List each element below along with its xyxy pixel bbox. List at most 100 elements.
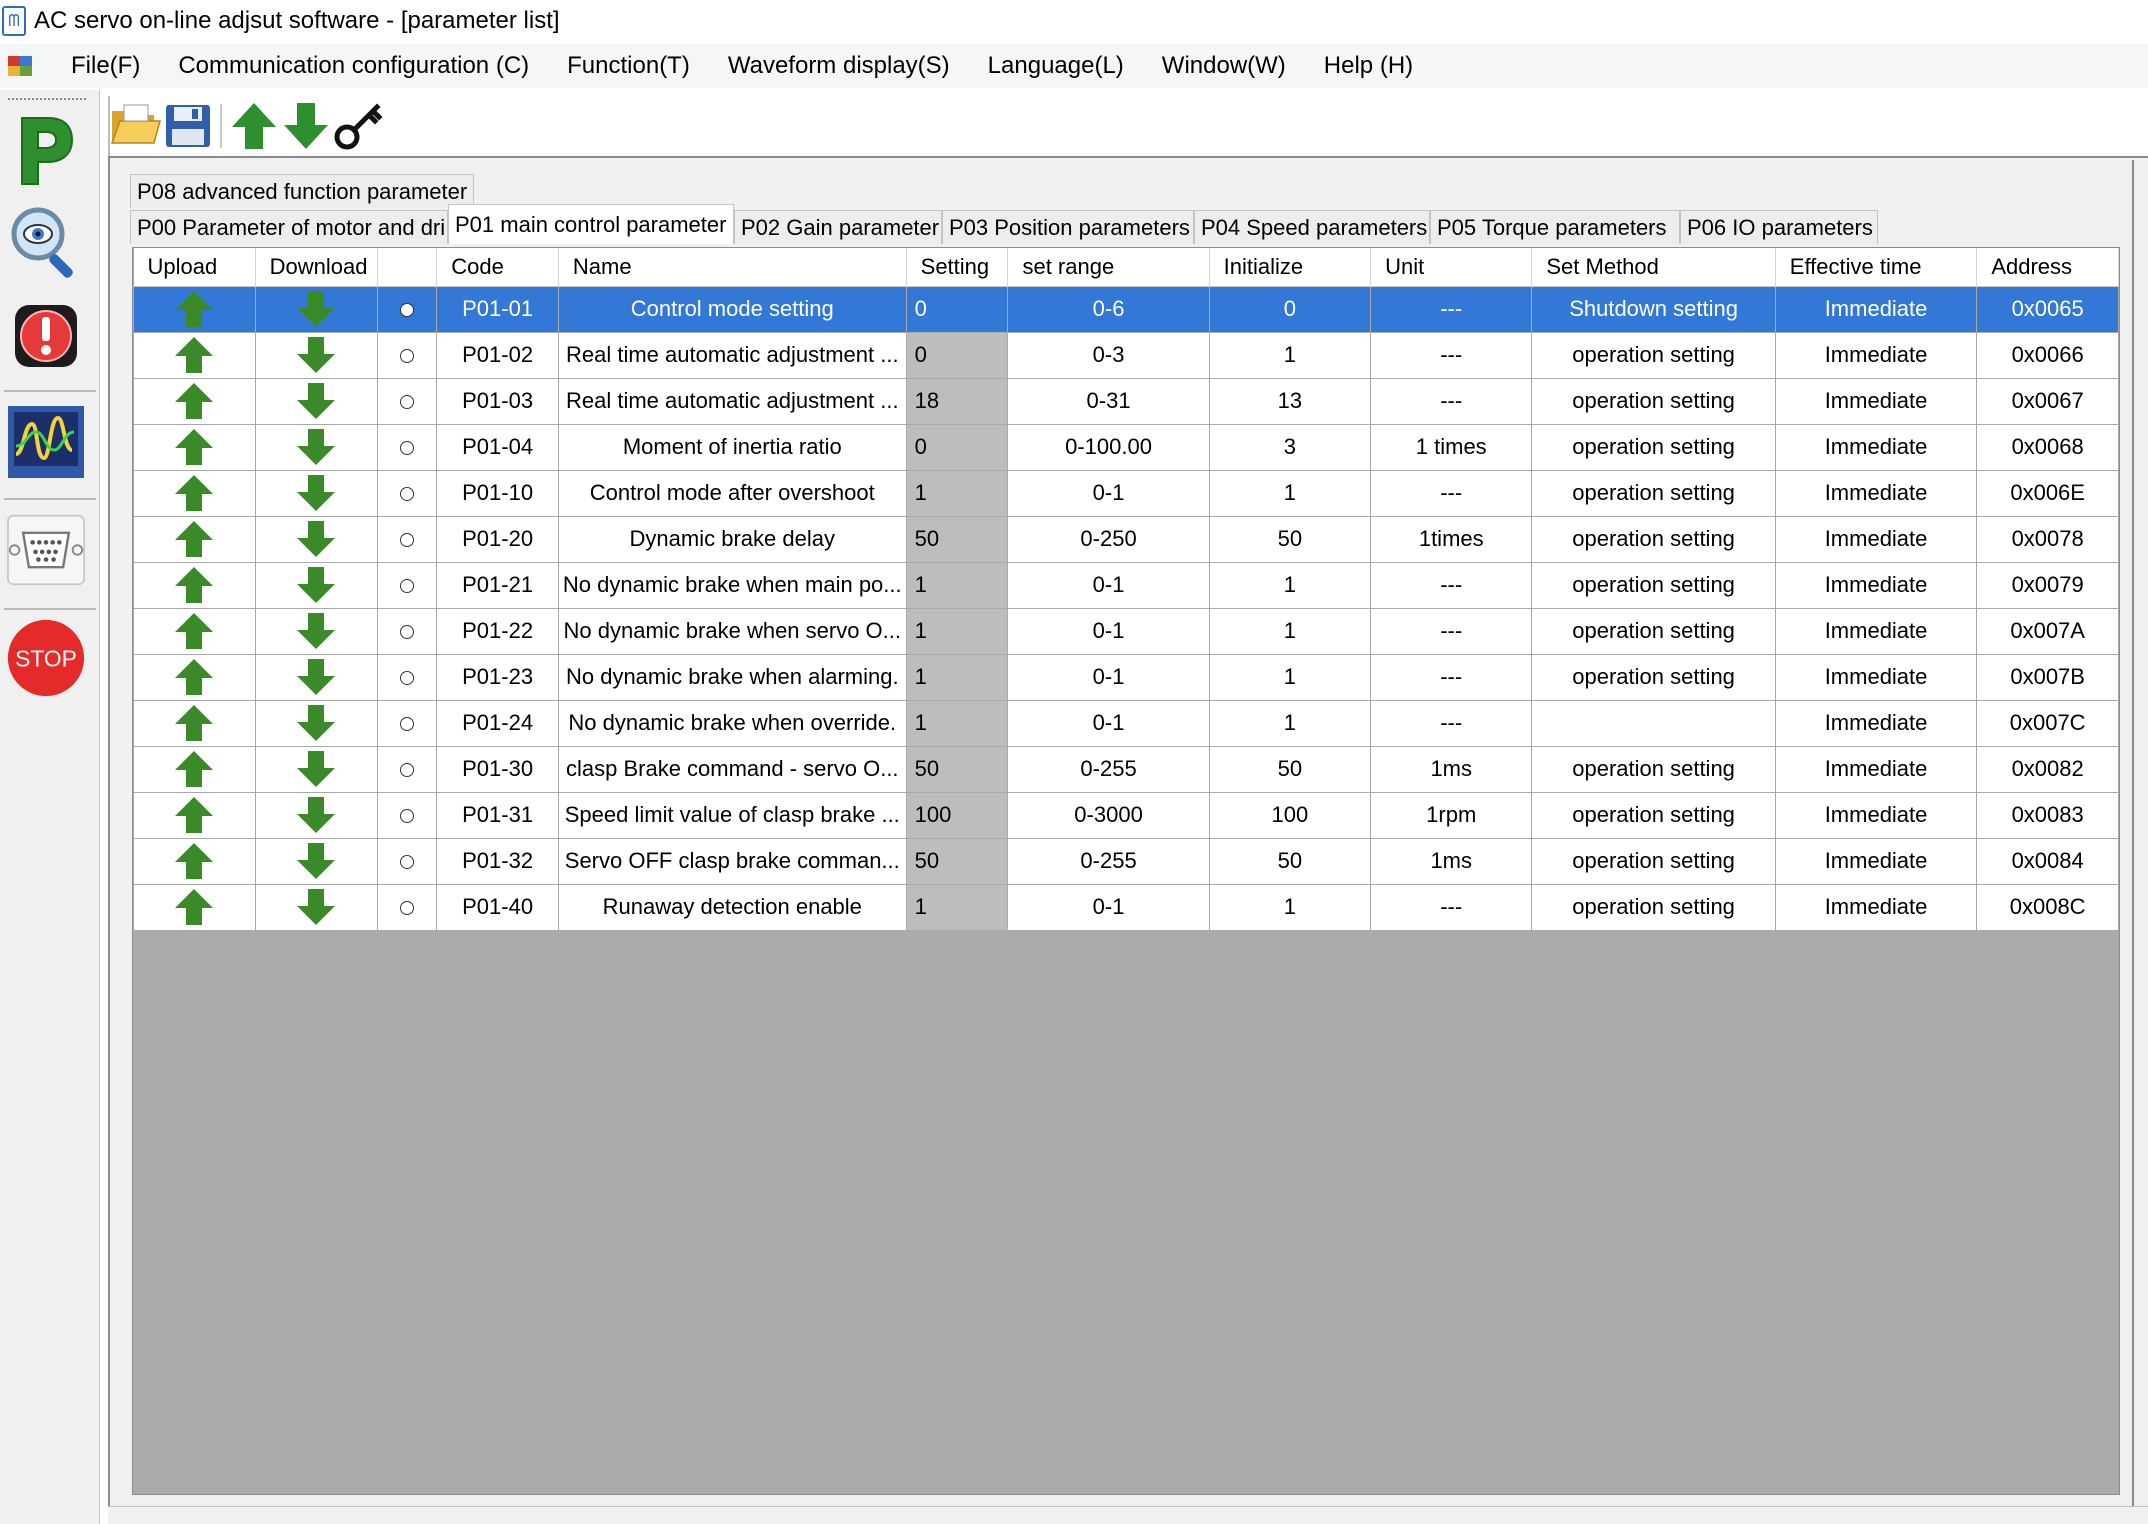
menu-function[interactable]: Function(T) bbox=[548, 52, 709, 80]
tab-p02[interactable]: P02 Gain parameter bbox=[734, 210, 942, 244]
tab-p01[interactable]: P01 main control parameter bbox=[448, 204, 734, 244]
monitor-magnifier-icon[interactable] bbox=[6, 202, 86, 282]
param-setting-cell[interactable]: 1 bbox=[905, 699, 1009, 747]
param-setting-cell[interactable]: 0 bbox=[905, 331, 1009, 379]
download-arrow-icon[interactable] bbox=[254, 607, 378, 655]
download-arrow-icon[interactable] bbox=[254, 515, 378, 563]
table-row[interactable]: P01-24 No dynamic brake when override. 1 0-… bbox=[133, 699, 2119, 747]
column-header-set-range[interactable]: set range bbox=[1007, 248, 1210, 287]
download-arrow-icon[interactable] bbox=[254, 699, 378, 747]
download-arrow-icon[interactable] bbox=[254, 561, 378, 609]
column-header-select[interactable] bbox=[377, 248, 438, 287]
upload-arrow-icon[interactable] bbox=[133, 331, 256, 379]
download-arrow-icon[interactable] bbox=[254, 285, 378, 333]
param-setting-cell[interactable]: 50 bbox=[905, 837, 1009, 885]
alarm-icon[interactable] bbox=[6, 296, 86, 376]
table-row[interactable]: P01-04 Moment of inertia ratio 0 0-100.00 3 1… bbox=[133, 423, 2119, 471]
column-header-initialize[interactable]: Initialize bbox=[1209, 248, 1372, 287]
table-row[interactable]: P01-32 Servo OFF clasp brake comman... 50 0… bbox=[133, 837, 2119, 885]
table-row[interactable]: P01-30 clasp Brake command - servo O... 50… bbox=[133, 745, 2119, 793]
save-disk-icon[interactable] bbox=[162, 98, 214, 154]
param-setting-cell[interactable]: 18 bbox=[905, 377, 1009, 425]
column-header-name[interactable]: Name bbox=[558, 248, 907, 287]
serial-port-icon[interactable] bbox=[6, 510, 86, 590]
download-arrow-icon[interactable] bbox=[254, 653, 378, 701]
tab-p06[interactable]: P06 IO parameters bbox=[1680, 210, 1878, 244]
column-header-setting[interactable]: Setting bbox=[906, 248, 1009, 287]
download-arrow-icon[interactable] bbox=[254, 791, 378, 839]
row-select-radio[interactable] bbox=[376, 745, 438, 793]
table-row[interactable]: P01-03 Real time automatic adjustment ...… bbox=[133, 377, 2119, 425]
row-select-radio[interactable] bbox=[376, 837, 438, 885]
row-select-radio[interactable] bbox=[376, 377, 438, 425]
download-arrow-icon[interactable] bbox=[254, 883, 378, 931]
row-select-radio[interactable] bbox=[376, 331, 438, 379]
row-select-radio[interactable] bbox=[376, 653, 438, 701]
upload-arrow-icon[interactable] bbox=[133, 377, 256, 425]
download-arrow-icon[interactable] bbox=[280, 98, 332, 154]
upload-arrow-icon[interactable] bbox=[133, 469, 256, 517]
param-setting-cell[interactable]: 0 bbox=[905, 285, 1009, 333]
param-setting-cell[interactable]: 50 bbox=[905, 745, 1009, 793]
menu-file[interactable]: File(F) bbox=[52, 52, 159, 80]
table-row[interactable]: P01-01 Control mode setting 0 0-6 0 --- Shutdo… bbox=[133, 285, 2119, 333]
download-arrow-icon[interactable] bbox=[254, 377, 378, 425]
column-header-address[interactable]: Address bbox=[1976, 248, 2119, 287]
param-setting-cell[interactable]: 1 bbox=[905, 469, 1009, 517]
row-select-radio[interactable] bbox=[376, 699, 438, 747]
oscilloscope-icon[interactable] bbox=[6, 402, 86, 482]
download-arrow-icon[interactable] bbox=[254, 423, 378, 471]
param-setting-cell[interactable]: 1 bbox=[905, 561, 1009, 609]
upload-arrow-icon[interactable] bbox=[133, 423, 256, 471]
table-row[interactable]: P01-31 Speed limit value of clasp brake .… bbox=[133, 791, 2119, 839]
row-select-radio[interactable] bbox=[376, 607, 438, 655]
download-arrow-icon[interactable] bbox=[254, 837, 378, 885]
row-select-radio[interactable] bbox=[376, 423, 438, 471]
row-select-radio[interactable] bbox=[376, 561, 438, 609]
menu-communication-configuration[interactable]: Communication configuration (C) bbox=[159, 52, 548, 80]
row-select-radio[interactable] bbox=[376, 883, 438, 931]
column-header-upload[interactable]: Upload bbox=[133, 248, 256, 287]
tab-p04[interactable]: P04 Speed parameters bbox=[1194, 210, 1430, 244]
download-arrow-icon[interactable] bbox=[254, 331, 378, 379]
table-row[interactable]: P01-21 No dynamic brake when main po... 1 0… bbox=[133, 561, 2119, 609]
row-select-radio[interactable] bbox=[376, 469, 438, 517]
table-row[interactable]: P01-23 No dynamic brake when alarming. 1 0-… bbox=[133, 653, 2119, 701]
upload-arrow-icon[interactable] bbox=[133, 561, 256, 609]
param-setting-cell[interactable]: 0 bbox=[905, 423, 1009, 471]
row-select-radio[interactable] bbox=[376, 791, 438, 839]
tab-p05[interactable]: P05 Torque parameters bbox=[1430, 210, 1680, 244]
document-window-icon[interactable] bbox=[8, 54, 34, 78]
table-row[interactable]: P01-22 No dynamic brake when servo O... 1 0… bbox=[133, 607, 2119, 655]
parameter-p-icon[interactable] bbox=[6, 110, 86, 190]
upload-arrow-icon[interactable] bbox=[133, 791, 256, 839]
upload-arrow-icon[interactable] bbox=[133, 837, 256, 885]
param-setting-cell[interactable]: 1 bbox=[905, 653, 1009, 701]
menu-language[interactable]: Language(L) bbox=[969, 52, 1143, 80]
tab-p03[interactable]: P03 Position parameters bbox=[942, 210, 1194, 244]
upload-arrow-icon[interactable] bbox=[133, 699, 256, 747]
column-header-download[interactable]: Download bbox=[255, 248, 378, 287]
menu-waveform-display[interactable]: Waveform display(S) bbox=[709, 52, 969, 80]
param-setting-cell[interactable]: 1 bbox=[905, 883, 1009, 931]
column-header-effective-time[interactable]: Effective time bbox=[1775, 248, 1978, 287]
open-folder-icon[interactable] bbox=[110, 98, 162, 154]
stop-icon[interactable]: STOP bbox=[6, 618, 86, 698]
menu-window[interactable]: Window(W) bbox=[1143, 52, 1305, 80]
key-icon[interactable] bbox=[332, 98, 384, 154]
download-arrow-icon[interactable] bbox=[254, 469, 378, 517]
column-header-code[interactable]: Code bbox=[436, 248, 559, 287]
menu-help[interactable]: Help (H) bbox=[1305, 52, 1432, 80]
upload-arrow-icon[interactable] bbox=[133, 745, 256, 793]
param-setting-cell[interactable]: 1 bbox=[905, 607, 1009, 655]
upload-arrow-icon[interactable] bbox=[133, 515, 256, 563]
download-arrow-icon[interactable] bbox=[254, 745, 378, 793]
table-row[interactable]: P01-20 Dynamic brake delay 50 0-250 50 1times… bbox=[133, 515, 2119, 563]
upload-arrow-icon[interactable] bbox=[133, 883, 256, 931]
column-header-unit[interactable]: Unit bbox=[1370, 248, 1533, 287]
upload-arrow-icon[interactable] bbox=[228, 98, 280, 154]
upload-arrow-icon[interactable] bbox=[133, 285, 256, 333]
tab-p00[interactable]: P00 Parameter of motor and dri bbox=[130, 210, 448, 244]
upload-arrow-icon[interactable] bbox=[133, 607, 256, 655]
upload-arrow-icon[interactable] bbox=[133, 653, 256, 701]
